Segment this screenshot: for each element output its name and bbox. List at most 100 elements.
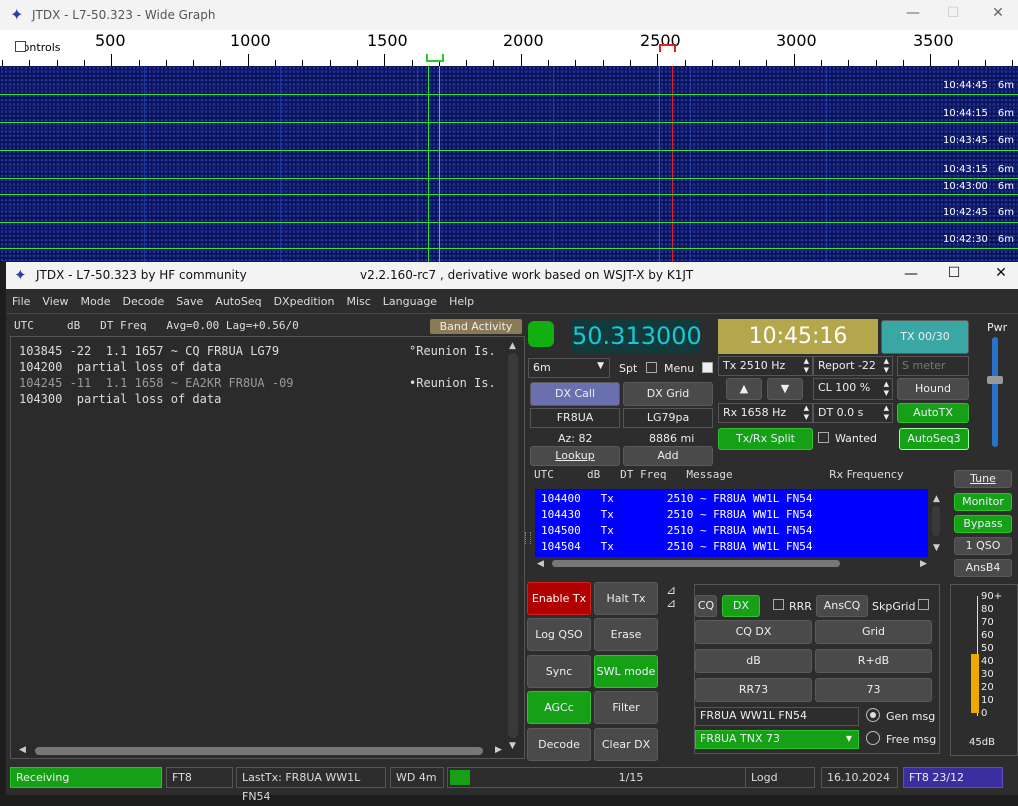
- spt-checkbox[interactable]: [646, 362, 657, 373]
- ansb4-button[interactable]: AnsB4: [954, 559, 1012, 577]
- dx-call-button[interactable]: DX Call: [530, 382, 620, 406]
- controls-toggle[interactable]: Controls: [15, 41, 61, 54]
- menu-language[interactable]: Language: [377, 289, 443, 314]
- autoseq3-button[interactable]: AutoSeq3: [899, 428, 969, 450]
- dx-grid-button[interactable]: DX Grid: [623, 382, 713, 406]
- horizontal-scrollbar[interactable]: [35, 747, 483, 755]
- grid-button[interactable]: Grid: [815, 620, 932, 644]
- halt-tx-button[interactable]: Halt Tx: [594, 582, 658, 615]
- scroll-down-icon[interactable]: ▼: [933, 543, 940, 553]
- cq-button[interactable]: CQ: [695, 595, 717, 617]
- rrr-checkbox[interactable]: [773, 599, 784, 610]
- hound-button[interactable]: Hound: [897, 378, 969, 400]
- rx-line[interactable]: 104400 Tx 2510 ~ FR8UA WW1L FN54: [535, 491, 928, 507]
- dial-frequency[interactable]: 50.313000: [572, 319, 702, 354]
- erase-button[interactable]: Erase: [594, 618, 658, 651]
- up-button[interactable]: ▲: [726, 378, 762, 400]
- swl-mode-button[interactable]: SWL mode: [594, 655, 658, 688]
- decode-line[interactable]: 103845 -22 1.1 1657 ~ CQ FR8UA LG79 °Reun…: [11, 343, 524, 359]
- scroll-up-icon[interactable]: ▲: [933, 494, 940, 504]
- pwr-slider[interactable]: [992, 337, 998, 447]
- rx-line[interactable]: 104504 Tx 2510 ~ FR8UA WW1L FN54: [535, 539, 928, 555]
- autotx-button[interactable]: AutoTX: [897, 403, 969, 423]
- timestamp: 10:43:00 6m: [942, 181, 1014, 192]
- splitter-handle[interactable]: [525, 532, 531, 544]
- rx-vertical-scrollbar[interactable]: [932, 506, 940, 536]
- rx-line[interactable]: 104430 Tx 2510 ~ FR8UA WW1L FN54: [535, 507, 928, 523]
- menu-decode[interactable]: Decode: [117, 289, 171, 314]
- decode-line[interactable]: 104300 partial loss of data: [11, 391, 524, 407]
- vertical-scrollbar[interactable]: [508, 353, 518, 738]
- skpgrid-checkbox[interactable]: [918, 599, 929, 610]
- band-activity-pane[interactable]: 103845 -22 1.1 1657 ~ CQ FR8UA LG79 °Reun…: [10, 336, 525, 759]
- generated-message-field[interactable]: FR8UA WW1L FN54: [695, 707, 859, 726]
- add-button[interactable]: Add: [623, 446, 713, 466]
- menu-save[interactable]: Save: [170, 289, 209, 314]
- menu-help[interactable]: Help: [443, 289, 480, 314]
- r-db-button[interactable]: R+dB: [815, 649, 932, 673]
- meter-scale-label: 60: [981, 630, 994, 641]
- dx-button[interactable]: DX: [722, 595, 760, 617]
- controls-checkbox[interactable]: [15, 41, 26, 52]
- clear-dx-button[interactable]: Clear DX: [594, 728, 658, 761]
- menu-misc[interactable]: Misc: [340, 289, 376, 314]
- sync-button[interactable]: Sync: [527, 655, 591, 688]
- free-msg-radio[interactable]: [866, 731, 880, 745]
- wide-graph-titlebar: ✦ JTDX - L7-50.323 - Wide Graph — ☐ ✕: [0, 0, 1018, 30]
- maximize-icon[interactable]: ☐: [938, 5, 968, 21]
- dx-grid-field[interactable]: LG79pa: [623, 408, 713, 428]
- one-qso-button[interactable]: 1 QSO: [954, 537, 1012, 555]
- maximize-icon[interactable]: ☐: [939, 265, 969, 281]
- scroll-left-icon[interactable]: ◀: [19, 745, 26, 755]
- tune-button[interactable]: Tune: [954, 470, 1012, 488]
- filter-button[interactable]: Filter: [594, 691, 658, 724]
- decode-button[interactable]: Decode: [527, 728, 591, 761]
- pwr-slider-handle[interactable]: [987, 376, 1003, 384]
- free-message-select[interactable]: FR8UA TNX 73 ▼: [695, 730, 859, 749]
- txrx-split-button[interactable]: Tx/Rx Split: [718, 428, 813, 450]
- waterfall[interactable]: 10:44:45 6m 10:44:15 6m 10:43:45 6m 10:43:1…: [0, 66, 1018, 262]
- enable-tx-button[interactable]: Enable Tx: [527, 582, 591, 615]
- tx-frequency-spin[interactable]: Tx 2510 Hz ▲ ▼: [718, 356, 813, 376]
- cl-spin[interactable]: CL 100 % ▲ ▼: [813, 378, 893, 400]
- down-button[interactable]: ▼: [767, 378, 803, 400]
- report-spin[interactable]: Report -22 ▲ ▼: [813, 356, 893, 376]
- menu-checkbox[interactable]: [702, 362, 713, 373]
- scroll-down-icon[interactable]: ▼: [509, 741, 516, 751]
- rx-horizontal-scrollbar[interactable]: [552, 560, 840, 567]
- rx-frequency-spin[interactable]: Rx 1658 Hz ▲ ▼: [718, 403, 813, 423]
- close-icon[interactable]: ✕: [986, 265, 1016, 281]
- rx-frequency-pane[interactable]: 104400 Tx 2510 ~ FR8UA WW1L FN54 104430 …: [535, 489, 928, 557]
- band-select[interactable]: 6m ▼: [528, 358, 610, 378]
- gen-msg-radio[interactable]: [866, 708, 880, 722]
- decode-line[interactable]: 104245 -11 1.1 1658 ~ EA2KR FR8UA -09 •Re…: [11, 375, 524, 391]
- scroll-left-icon[interactable]: ◀: [537, 559, 544, 569]
- close-icon[interactable]: ✕: [983, 5, 1013, 21]
- lookup-button[interactable]: Lookup: [530, 446, 620, 466]
- db-button[interactable]: dB: [695, 649, 812, 673]
- minimize-icon[interactable]: —: [898, 5, 928, 21]
- cq-dx-button[interactable]: CQ DX: [695, 620, 812, 644]
- minimize-icon[interactable]: —: [896, 266, 926, 282]
- menu-file[interactable]: File: [6, 289, 36, 314]
- scroll-right-icon[interactable]: ▶: [920, 559, 927, 569]
- rr73-button[interactable]: RR73: [695, 678, 812, 702]
- wanted-checkbox[interactable]: [818, 432, 829, 443]
- menu-dxpedition[interactable]: DXpedition: [268, 289, 341, 314]
- agcc-button[interactable]: AGCc: [527, 691, 591, 724]
- bypass-button[interactable]: Bypass: [954, 515, 1012, 533]
- monitor-button[interactable]: Monitor: [954, 493, 1012, 511]
- log-qso-button[interactable]: Log QSO: [527, 618, 591, 651]
- decode-line[interactable]: 104200 partial loss of data: [11, 359, 524, 375]
- rx-line[interactable]: 104500 Tx 2510 ~ FR8UA WW1L FN54: [535, 523, 928, 539]
- scroll-right-icon[interactable]: ▶: [495, 745, 502, 755]
- anscq-button[interactable]: AnsCQ: [816, 595, 868, 617]
- menu-view[interactable]: View: [36, 289, 74, 314]
- seventy-three-button[interactable]: 73: [815, 678, 932, 702]
- scroll-up-icon[interactable]: ▲: [509, 341, 516, 351]
- dt-spin[interactable]: DT 0.0 s ▲ ▼: [813, 403, 893, 423]
- dx-call-field[interactable]: FR8UA: [530, 408, 620, 428]
- menu-mode[interactable]: Mode: [75, 289, 117, 314]
- menu-autoseq[interactable]: AutoSeq: [209, 289, 267, 314]
- frequency-ruler[interactable]: 500 1000 1500 2000 2500 3000 3500: [0, 30, 1018, 66]
